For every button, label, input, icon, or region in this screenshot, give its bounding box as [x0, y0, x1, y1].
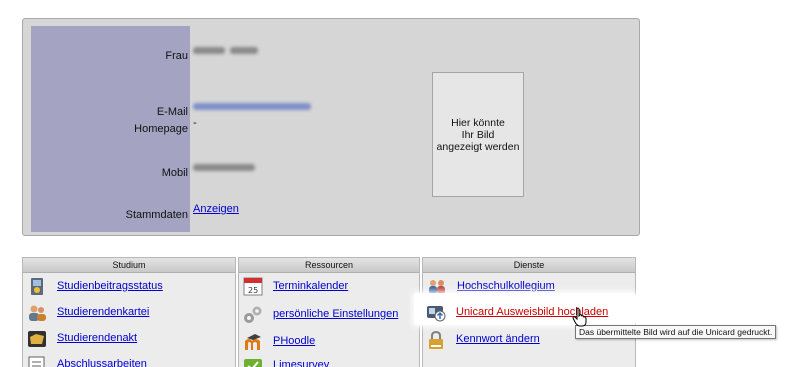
- link-terminkalender[interactable]: 25 Terminkalender: [243, 275, 348, 297]
- svg-text:25: 25: [248, 286, 258, 295]
- moodle-icon: [243, 332, 263, 351]
- mobile-value-redacted: [193, 161, 255, 173]
- link-persoenliche-einstellungen[interactable]: persönliche Einstellungen: [243, 303, 398, 325]
- link-phoodle[interactable]: PHoodle: [243, 330, 315, 352]
- link-studierendenakt[interactable]: Studierendenakt: [27, 327, 137, 349]
- link-abschlussarbeiten[interactable]: Abschlussarbeiten: [27, 353, 147, 367]
- link-studienbeitragsstatus[interactable]: Studienbeitragsstatus: [27, 275, 163, 297]
- mobile-label: Mobil: [161, 167, 188, 179]
- email-label: E-Mail: [156, 106, 188, 118]
- link-limesurvey[interactable]: Limesurvey: [243, 354, 329, 367]
- dienste-header: Dienste: [423, 258, 635, 273]
- studium-panel: Studium Studienbeitragsstatus Studierend…: [22, 257, 236, 367]
- master-data-label: Stammdaten: [125, 209, 188, 221]
- studium-header: Studium: [23, 258, 235, 273]
- homepage-label: Homepage: [134, 123, 188, 135]
- calendar-icon: 25: [243, 277, 263, 296]
- profile-photo-placeholder: Hier könnte Ihr Bild angezeigt werden: [432, 72, 524, 197]
- homepage-value: -: [193, 117, 197, 129]
- card-upload-icon: [426, 303, 446, 322]
- link-kennwort-aendern[interactable]: Kennwort ändern: [426, 328, 540, 350]
- students-icon: [27, 303, 47, 322]
- email-link-redacted[interactable]: [193, 100, 311, 112]
- name-value-redacted: [193, 44, 259, 56]
- salutation-label: Frau: [165, 50, 188, 62]
- folder-icon: [27, 329, 47, 348]
- profile-label-column: Frau E-Mail Homepage Mobil Stammdaten: [31, 26, 190, 232]
- profile-panel: Frau E-Mail Homepage Mobil Stammdaten - …: [22, 18, 640, 236]
- master-data-link[interactable]: Anzeigen: [193, 203, 239, 215]
- upload-tooltip: Das übermittelte Bild wird auf die Unica…: [575, 325, 777, 339]
- id-card-icon: [27, 277, 47, 296]
- hand-cursor-icon: [572, 307, 587, 327]
- gears-icon: [243, 305, 263, 324]
- padlock-icon: [426, 330, 446, 349]
- ressourcen-panel: Ressourcen 25 Terminkalender persönliche…: [238, 257, 420, 367]
- survey-icon: [243, 356, 263, 367]
- document-icon: [27, 355, 47, 367]
- link-studierendenkartei[interactable]: Studierendenkartei: [27, 301, 149, 323]
- ressourcen-header: Ressourcen: [239, 258, 419, 273]
